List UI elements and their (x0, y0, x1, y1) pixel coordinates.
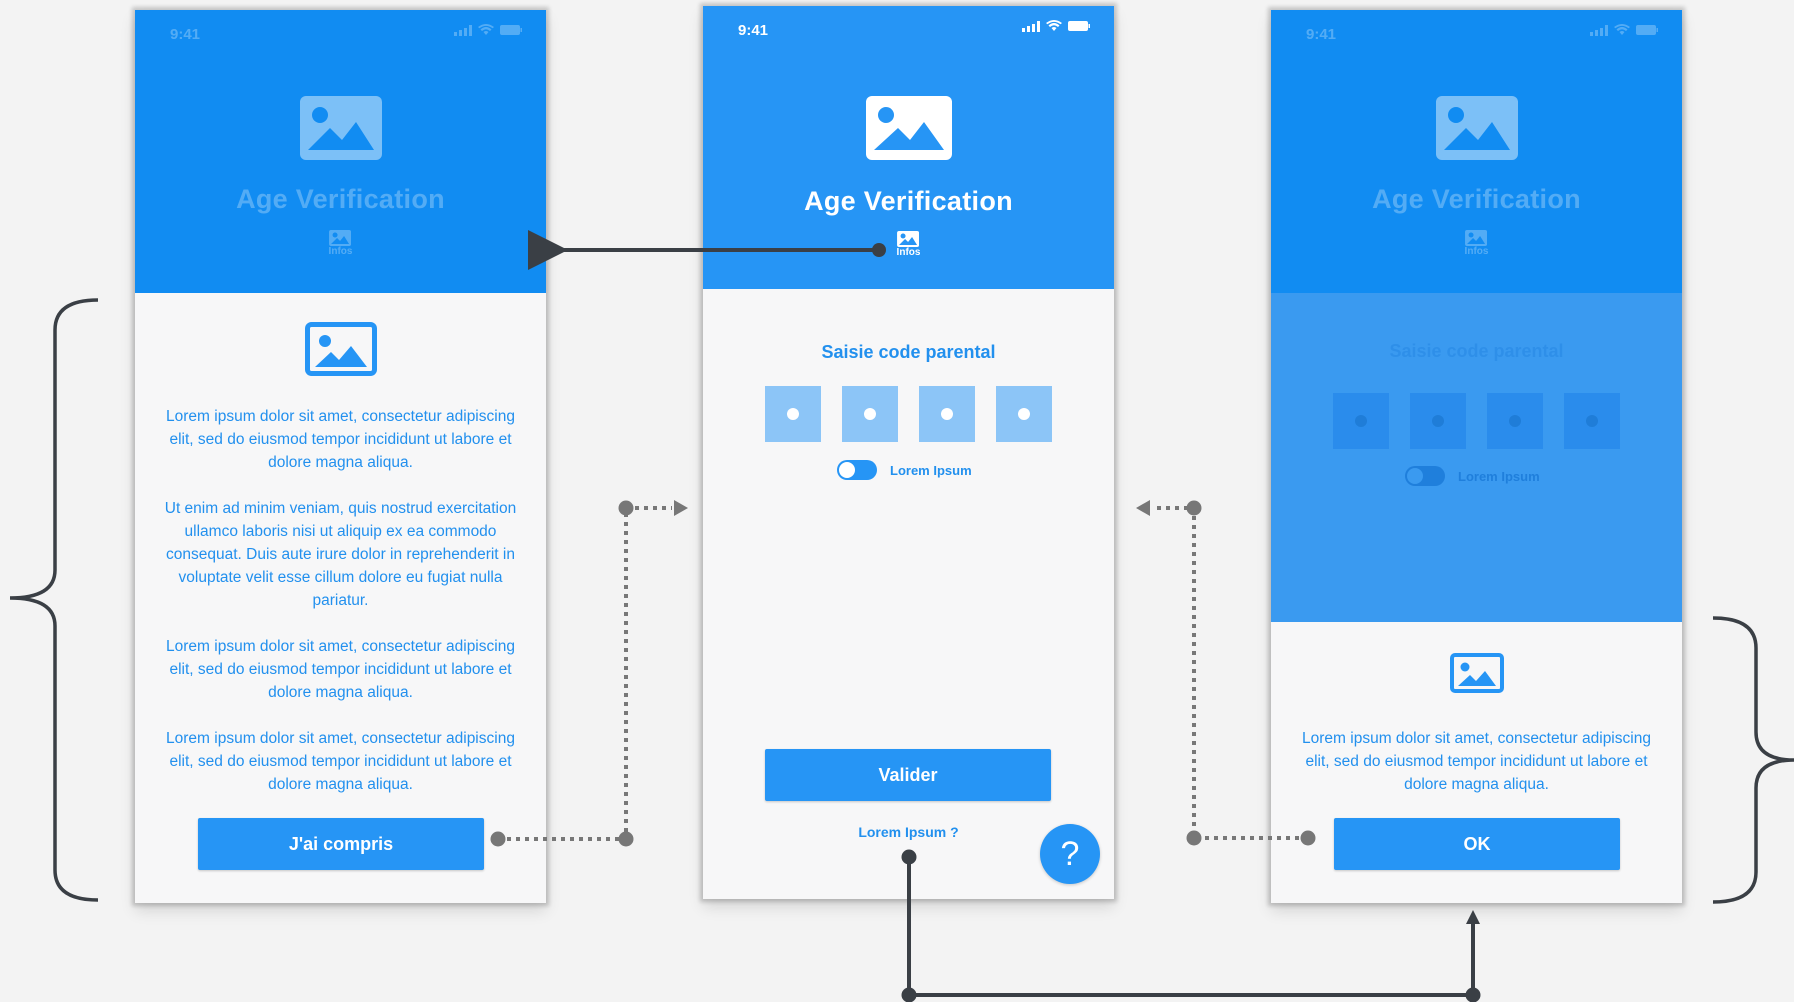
flow-connectors (9, 230, 1794, 1002)
left-brace (9, 298, 99, 902)
ok-connector (1152, 506, 1308, 840)
help-connector (907, 857, 1475, 997)
right-brace (1712, 616, 1794, 904)
infos-arrow-dot (872, 243, 886, 257)
understood-connector (498, 506, 672, 841)
